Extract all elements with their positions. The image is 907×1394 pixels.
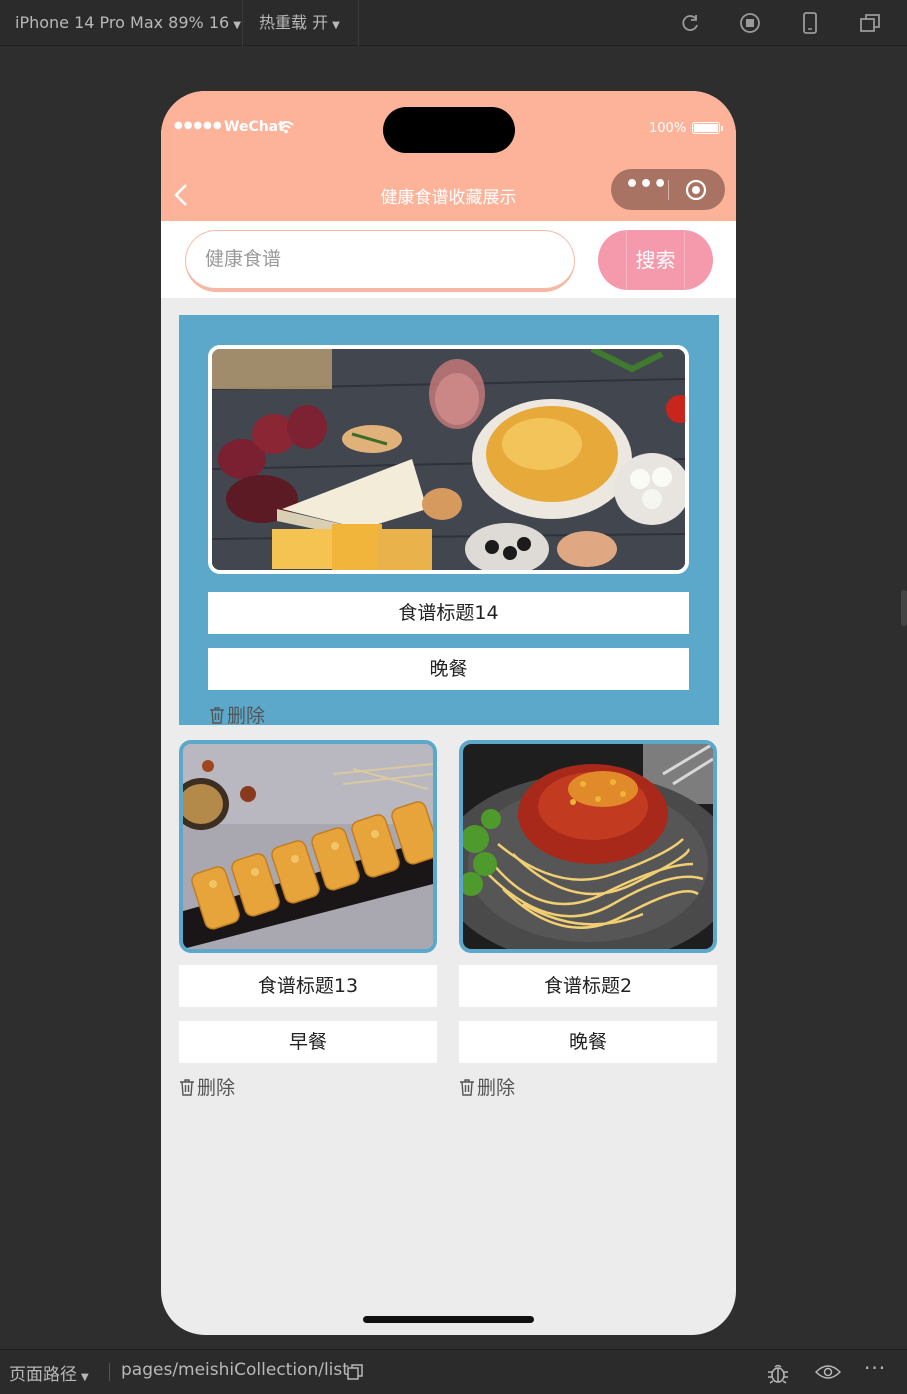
record-icon[interactable] <box>739 12 761 34</box>
search-input[interactable] <box>203 247 547 271</box>
page-path-bar: 页面路径 ▼ pages/meishiCollection/list ··· <box>0 1349 907 1394</box>
close-mini-program-icon[interactable] <box>685 179 707 201</box>
scrollbar[interactable] <box>901 590 907 626</box>
delete-label: 删除 <box>197 1077 236 1099</box>
recipe-image[interactable] <box>459 740 717 953</box>
recipe-category: 晚餐 <box>208 648 689 690</box>
chevron-down-icon: ▼ <box>233 20 241 31</box>
battery-percent: 100% <box>649 121 687 136</box>
fried-rolls-photo <box>183 744 433 949</box>
hot-reload-selector[interactable]: 热重载 开 ▼ <box>244 0 359 46</box>
device-label: iPhone 14 Pro Max 89% 16 <box>15 13 230 32</box>
devtools-toolbar: iPhone 14 Pro Max 89% 16 ▼ 热重载 开 ▼ <box>0 0 907 46</box>
recipe-card[interactable]: 食谱标题13 早餐 删除 <box>179 740 437 1110</box>
battery-icon <box>692 122 723 134</box>
dynamic-island <box>383 107 515 153</box>
search-field-wrapper <box>185 230 575 292</box>
more-options-icon[interactable]: ··· <box>864 1356 886 1380</box>
recipe-image[interactable] <box>179 740 437 953</box>
recipe-card[interactable]: 食谱标题2 晚餐 删除 <box>459 740 717 1110</box>
eye-icon[interactable] <box>815 1363 841 1381</box>
recipe-title: 食谱标题2 <box>459 965 717 1007</box>
status-bar: ●●●●● WeChat 100% <box>161 91 736 153</box>
recipe-title: 食谱标题14 <box>208 592 689 634</box>
trash-icon <box>210 707 224 724</box>
delete-label: 删除 <box>477 1077 516 1099</box>
recipe-category: 早餐 <box>179 1021 437 1063</box>
divider <box>109 1363 110 1381</box>
chevron-down-icon: ▼ <box>81 1372 89 1383</box>
header: ●●●●● WeChat 100% 健康食谱收藏展示 ••• <box>161 91 736 221</box>
page-path-value: pages/meishiCollection/list <box>121 1360 349 1380</box>
delete-button[interactable]: 删除 <box>179 1073 235 1100</box>
hot-reload-label: 热重载 开 <box>259 13 329 32</box>
carrier-label: WeChat <box>224 119 285 135</box>
phone-preview-icon[interactable] <box>799 12 821 34</box>
search-button[interactable]: 搜索 <box>598 230 713 290</box>
more-menu-icon[interactable]: ••• <box>625 172 667 197</box>
page-path-selector[interactable]: 页面路径 ▼ <box>9 1360 89 1385</box>
delete-label: 删除 <box>227 705 266 727</box>
delete-button[interactable]: 删除 <box>209 701 265 728</box>
capsule-divider <box>668 180 669 200</box>
copy-icon[interactable] <box>347 1364 363 1380</box>
refresh-icon[interactable] <box>679 12 701 34</box>
phone-screen: ●●●●● WeChat 100% 健康食谱收藏展示 ••• 健康食谱 搜索 食… <box>161 91 736 1335</box>
trash-icon <box>180 1079 194 1096</box>
home-indicator <box>363 1316 534 1323</box>
trash-icon <box>460 1079 474 1096</box>
chevron-down-icon: ▼ <box>332 20 340 31</box>
search-button-label: 搜索 <box>635 248 676 272</box>
signal-icon: ●●●●● <box>174 120 223 131</box>
wifi-icon <box>278 121 294 134</box>
mini-program-capsule: ••• <box>611 169 725 210</box>
spaghetti-bolognese-photo <box>463 744 713 949</box>
charcuterie-board-photo <box>212 349 685 570</box>
recipe-title: 食谱标题13 <box>179 965 437 1007</box>
debug-icon[interactable] <box>766 1362 790 1384</box>
device-selector[interactable]: iPhone 14 Pro Max 89% 16 ▼ <box>0 0 243 46</box>
delete-button[interactable]: 删除 <box>459 1073 515 1100</box>
page-path-label: 页面路径 <box>9 1365 77 1385</box>
featured-recipe-card[interactable]: 食谱标题14 晚餐 删除 <box>179 315 719 728</box>
button-highlight <box>626 230 627 290</box>
detach-window-icon[interactable] <box>859 12 881 34</box>
nav-bar: 健康食谱收藏展示 ••• <box>161 169 736 219</box>
search-bar: 搜索 <box>161 221 736 298</box>
recipe-image[interactable] <box>208 345 689 574</box>
recipe-category: 晚餐 <box>459 1021 717 1063</box>
button-highlight <box>684 230 685 290</box>
